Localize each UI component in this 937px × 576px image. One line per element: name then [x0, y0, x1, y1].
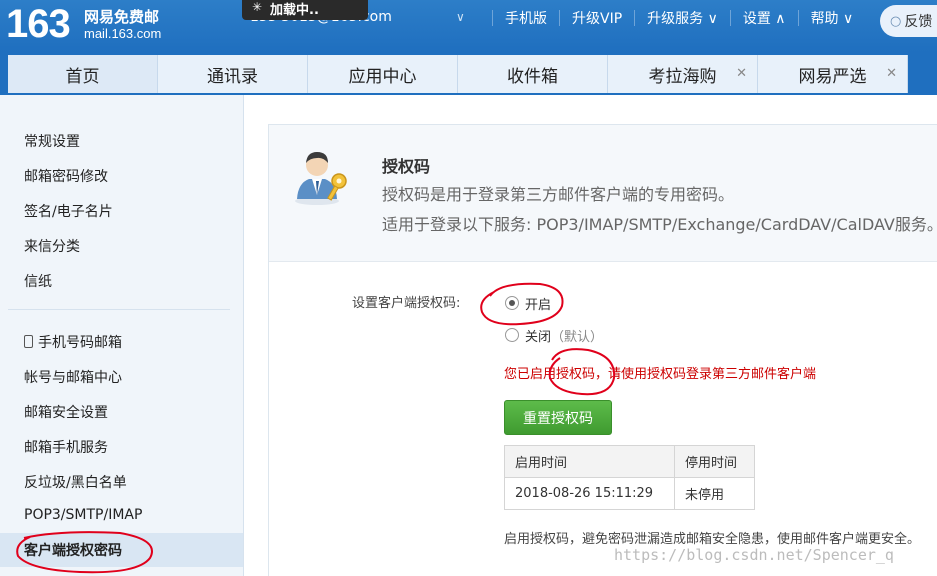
tab-label: 网易严选 — [798, 66, 867, 87]
mobile-link[interactable]: 手机版 — [505, 8, 547, 28]
panel-title: 授权码 — [382, 157, 431, 176]
close-icon[interactable]: ✕ — [736, 66, 747, 81]
default-note: （默认） — [551, 330, 604, 345]
reset-auth-code-button[interactable]: 重置授权码 — [504, 400, 612, 435]
auth-time-table: 启用时间 停用时间 2018-08-26 15:11:29 未停用 — [504, 445, 755, 510]
divider — [634, 10, 636, 26]
divider — [492, 10, 493, 26]
setting-label: 设置客户端授权码: — [352, 296, 461, 311]
tab-contacts[interactable]: 通讯录 — [158, 55, 308, 93]
auth-enabled-notice: 您已启用授权码，请使用授权码登录第三方邮件客户端 — [504, 367, 817, 382]
tab-home[interactable]: 首页 — [8, 55, 158, 93]
user-key-icon — [295, 152, 347, 205]
close-icon[interactable]: ✕ — [886, 66, 897, 81]
radio-disable-label[interactable]: 关闭（默认） — [525, 326, 603, 345]
feedback-button[interactable]: ○ 反馈 — [880, 5, 937, 37]
logo-domain: mail.163.com — [84, 26, 162, 41]
radio-disable-text: 关闭 — [525, 330, 552, 345]
chevron-down-icon: ∨ — [838, 11, 854, 27]
sidebar-item-signature[interactable]: 签名/电子名片 — [24, 201, 113, 221]
panel-header: 授权码 授权码是用于登录第三方邮件客户端的专用密码。 适用于登录以下服务: PO… — [269, 125, 937, 262]
radio-enable[interactable] — [505, 296, 519, 310]
sidebar-item-pop3-smtp-imap[interactable]: POP3/SMTP/IMAP — [24, 507, 142, 523]
upgrade-service-label: 升级服务 — [647, 11, 704, 27]
sidebar-item-mail-filter[interactable]: 来信分类 — [24, 236, 80, 256]
sidebar-item-general[interactable]: 常规设置 — [24, 131, 80, 151]
radio-disable[interactable] — [505, 328, 519, 342]
radio-enable-label[interactable]: 开启 — [525, 294, 551, 313]
sidebar-item-mobile-service[interactable]: 邮箱手机服务 — [24, 437, 108, 457]
tab-app-center[interactable]: 应用中心 — [308, 55, 458, 93]
disabled-time-value: 未停用 — [674, 477, 755, 510]
sidebar-item-account-center[interactable]: 帐号与邮箱中心 — [24, 367, 122, 387]
loading-toast: ✳ 加载中.. — [242, 0, 368, 20]
settings-link[interactable]: 设置 ∧ — [743, 8, 786, 28]
header-enabled-time: 启用时间 — [504, 445, 675, 478]
tab-label: 收件箱 — [507, 66, 558, 87]
divider — [729, 10, 731, 26]
upgrade-service-link[interactable]: 升级服务 ∨ — [647, 8, 718, 28]
tab-label: 应用中心 — [348, 66, 417, 87]
sidebar-item-password[interactable]: 邮箱密码修改 — [24, 166, 108, 186]
spinner-icon: ✳ — [252, 0, 263, 14]
panel-services: 适用于登录以下服务: POP3/IMAP/SMTP/Exchange/CardD… — [382, 215, 937, 234]
sidebar-item-antispam[interactable]: 反垃圾/黑白名单 — [24, 472, 127, 492]
tab-inbox[interactable]: 收件箱 — [458, 55, 608, 93]
upgrade-vip-link[interactable]: 升级VIP — [572, 8, 622, 28]
sidebar-item-label: 手机号码邮箱 — [38, 335, 122, 351]
footnote: 启用授权码，避免密码泄漏造成邮箱安全隐患，使用邮件客户端更安全。 — [504, 532, 921, 547]
table-row: 2018-08-26 15:11:29 未停用 — [504, 477, 755, 510]
sidebar-item-security[interactable]: 邮箱安全设置 — [24, 402, 108, 422]
tab-yanxuan[interactable]: 网易严选 ✕ — [758, 55, 908, 93]
tab-label: 首页 — [65, 66, 100, 87]
chevron-down-icon[interactable]: ∨ — [456, 10, 465, 24]
enabled-time-value: 2018-08-26 15:11:29 — [504, 477, 675, 510]
header-disabled-time: 停用时间 — [674, 445, 755, 478]
watermark: https://blog.csdn.net/Spencer_q — [614, 546, 894, 564]
tab-kaola[interactable]: 考拉海购 ✕ — [608, 55, 758, 93]
sidebar-item-stationery[interactable]: 信纸 — [24, 271, 52, 291]
logo-title: 网易免费邮 — [84, 8, 160, 26]
divider — [797, 10, 799, 26]
tab-bar: 首页 通讯录 应用中心 收件箱 考拉海购 ✕ 网易严选 ✕ — [0, 52, 937, 95]
sidebar-divider — [8, 309, 230, 310]
settings-label: 设置 — [742, 11, 771, 27]
divider — [559, 10, 560, 26]
loading-text: 加载中.. — [270, 2, 319, 18]
help-link[interactable]: 帮助 ∨ — [811, 8, 854, 28]
tab-label: 考拉海购 — [648, 66, 717, 87]
chevron-up-icon: ∧ — [770, 11, 786, 27]
logo-number[interactable]: 163 — [6, 2, 71, 46]
top-links: 手机版 升级VIP 升级服务 ∨ 设置 ∧ 帮助 ∨ — [480, 8, 853, 28]
table-header-row: 启用时间 停用时间 — [504, 445, 755, 478]
phone-icon — [24, 335, 33, 348]
sidebar-item-client-auth-code[interactable]: 客户端授权密码 — [0, 533, 243, 567]
settings-sidebar: 常规设置 邮箱密码修改 签名/电子名片 来信分类 信纸 手机号码邮箱 帐号与邮箱… — [0, 95, 244, 576]
search-icon: ○ — [890, 13, 902, 29]
panel-description: 授权码是用于登录第三方邮件客户端的专用密码。 — [382, 185, 735, 204]
top-header: 163 网易免费邮 mail.163.com 153 3015@163.com … — [0, 0, 937, 52]
chevron-down-icon: ∨ — [703, 11, 718, 27]
help-label: 帮助 — [810, 11, 839, 27]
sidebar-item-phone-mailbox[interactable]: 手机号码邮箱 — [24, 332, 122, 352]
tab-label: 通讯录 — [207, 66, 258, 87]
feedback-label: 反馈 — [904, 14, 933, 30]
